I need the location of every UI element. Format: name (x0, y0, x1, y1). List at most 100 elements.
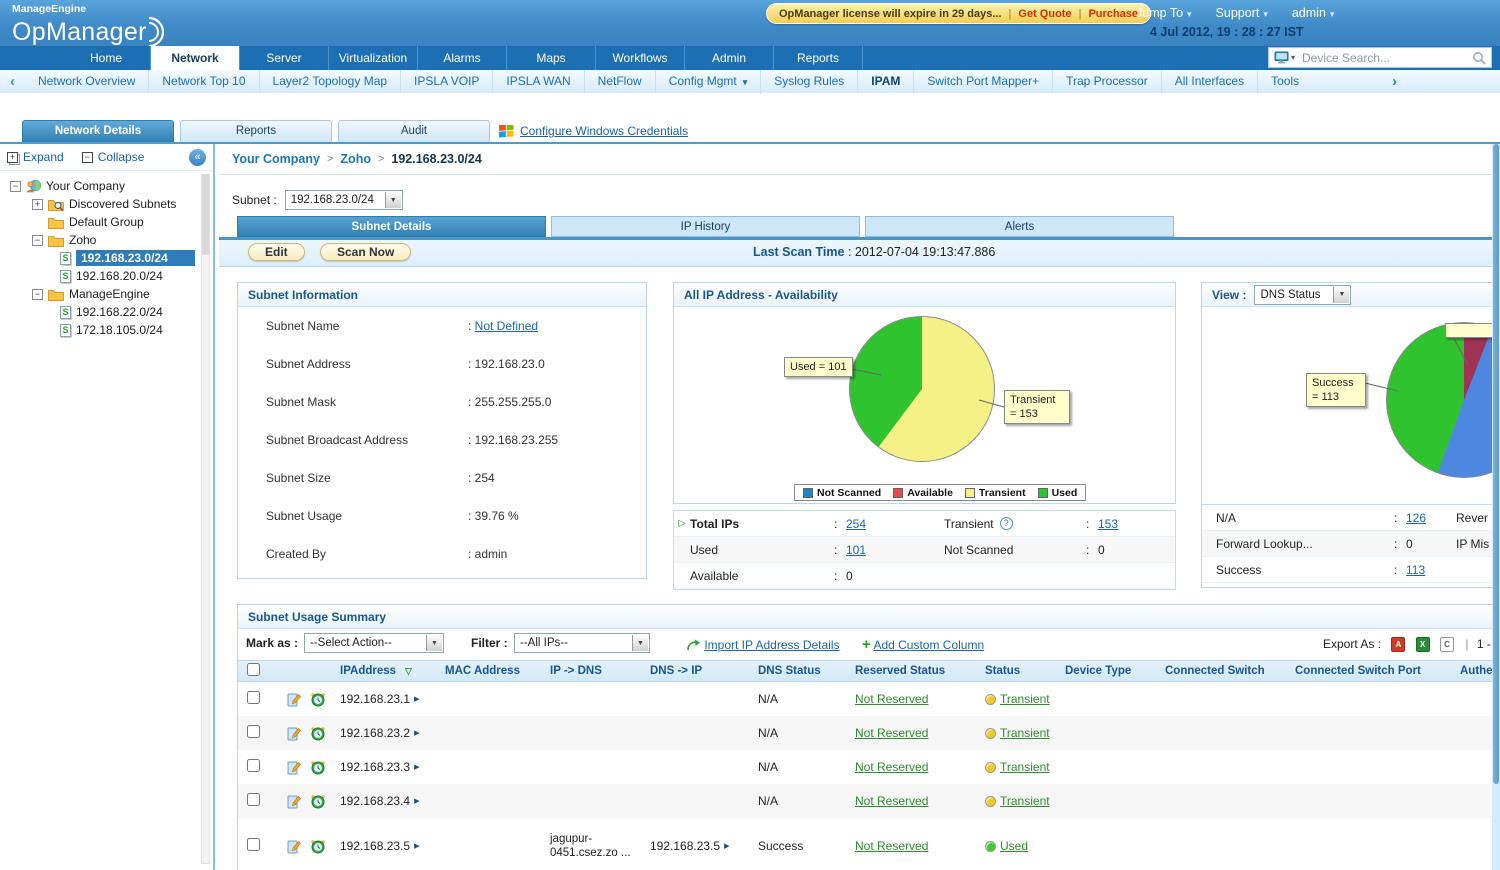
tab-admin[interactable]: Admin (685, 46, 774, 70)
scroll-left-icon[interactable]: ‹ (10, 73, 15, 90)
expand-all-icon[interactable] (7, 152, 18, 163)
edit-ip-icon[interactable] (287, 692, 302, 707)
scan-history-icon[interactable] (310, 793, 326, 809)
page-scrollbar[interactable] (1492, 144, 1500, 870)
expand-arrow-icon[interactable]: ▶ (414, 763, 419, 771)
tree-node-zoho[interactable]: − Zoho (0, 231, 213, 249)
credentials-link-label[interactable]: Configure Windows Credentials (520, 124, 688, 138)
scan-history-icon[interactable] (310, 725, 326, 741)
ip-address[interactable]: 192.168.23.5 (340, 839, 410, 853)
column-dns-ip[interactable]: DNS -> IP (650, 665, 758, 677)
tree-node-subnet[interactable]: S 172.18.105.0/24 (0, 321, 213, 339)
tree-node-your-company[interactable]: − Your Company (0, 177, 213, 195)
subnav-layer2-topology[interactable]: Layer2 Topology Map (260, 70, 402, 93)
subnav-syslog-rules[interactable]: Syslog Rules (761, 70, 858, 93)
scan-now-button[interactable]: Scan Now (320, 243, 411, 261)
configure-windows-credentials[interactable]: Configure Windows Credentials (499, 124, 688, 138)
tree-node-subnet[interactable]: S 192.168.22.0/24 (0, 303, 213, 321)
column-dns-status[interactable]: DNS Status (758, 665, 855, 677)
expand-arrow-icon[interactable]: ▶ (414, 695, 419, 703)
expand-arrow-icon[interactable]: ▶ (724, 842, 729, 850)
na-link[interactable]: 126 (1406, 511, 1426, 525)
scan-history-icon[interactable] (310, 691, 326, 707)
success-link[interactable]: 113 (1406, 563, 1425, 577)
scroll-right-icon[interactable]: › (1392, 73, 1397, 90)
column-device-type[interactable]: Device Type (1065, 665, 1165, 677)
tab-alarms[interactable]: Alarms (418, 46, 507, 70)
tab-reports[interactable]: Reports (774, 46, 863, 70)
get-quote-link[interactable]: Get Quote (1018, 8, 1071, 20)
status-link[interactable]: Transient (1000, 760, 1050, 774)
tree-toggle-icon[interactable]: − (10, 181, 21, 192)
admin-user-menu[interactable]: admin▾ (1292, 6, 1335, 20)
edit-ip-icon[interactable] (287, 726, 302, 741)
subnav-trap-processor[interactable]: Trap Processor (1053, 70, 1162, 93)
column-connected-switch-port[interactable]: Connected Switch Port (1295, 665, 1460, 677)
row-checkbox[interactable] (247, 759, 260, 772)
tab-alerts[interactable]: Alerts (865, 216, 1174, 237)
column-mac[interactable]: MAC Address (445, 665, 550, 677)
chevron-down-icon[interactable]: ▾ (1291, 53, 1295, 62)
expand-arrow-icon[interactable]: ▶ (414, 797, 419, 805)
collapse-all-icon[interactable] (82, 152, 93, 163)
tree-node-subnet-selected[interactable]: S 192.168.23.0/24 (0, 249, 213, 267)
edit-button[interactable]: Edit (248, 243, 305, 261)
tree-node-label[interactable]: 192.168.23.0/24 (76, 250, 195, 266)
chevron-down-icon[interactable]: ▼ (1333, 287, 1349, 303)
tab-server[interactable]: Server (240, 46, 329, 70)
tab-network[interactable]: Network (151, 46, 240, 70)
subnav-ipsla-voip[interactable]: IPSLA VOIP (401, 70, 493, 93)
search-icon[interactable] (1472, 51, 1491, 65)
column-status[interactable]: Status (985, 665, 1065, 677)
row-checkbox[interactable] (247, 838, 260, 851)
ip-address[interactable]: 192.168.23.1 (340, 692, 410, 706)
status-link[interactable]: Transient (1000, 692, 1050, 706)
reserved-status-link[interactable]: Not Reserved (855, 726, 928, 740)
subnav-all-interfaces[interactable]: All Interfaces (1162, 70, 1258, 93)
help-icon[interactable] (1000, 517, 1013, 530)
export-excel-icon[interactable]: X (1416, 637, 1430, 652)
subnav-switch-port-mapper[interactable]: Switch Port Mapper+ (914, 70, 1053, 93)
tab-virtualization[interactable]: Virtualization (329, 46, 418, 70)
chevron-down-icon[interactable]: ▼ (426, 635, 442, 651)
ip-address[interactable]: 192.168.23.2 (340, 726, 410, 740)
tree-toggle-icon[interactable]: − (32, 289, 43, 300)
breadcrumb-your-company[interactable]: Your Company (232, 152, 320, 166)
scrollbar-thumb[interactable] (1493, 144, 1499, 784)
tab-reports[interactable]: Reports (180, 120, 332, 142)
subnav-network-overview[interactable]: Network Overview (25, 70, 149, 93)
row-checkbox[interactable] (247, 725, 260, 738)
ip-address[interactable]: 192.168.23.4 (340, 794, 410, 808)
import-ip-details[interactable]: Import IP Address Details (686, 638, 840, 652)
support-menu[interactable]: Support▾ (1216, 6, 1268, 20)
status-link[interactable]: Used (1000, 839, 1028, 853)
device-search-box[interactable]: ▾ (1268, 47, 1492, 68)
edit-ip-icon[interactable] (287, 760, 302, 775)
tab-maps[interactable]: Maps (507, 46, 596, 70)
export-pdf-icon[interactable]: A (1391, 637, 1405, 652)
subnav-network-top10[interactable]: Network Top 10 (149, 70, 259, 93)
tab-audit[interactable]: Audit (338, 120, 490, 142)
import-link-label[interactable]: Import IP Address Details (704, 638, 839, 652)
tab-network-details[interactable]: Network Details (22, 120, 174, 142)
select-all-checkbox[interactable] (247, 663, 260, 676)
scan-history-icon[interactable] (310, 759, 326, 775)
column-ipaddress[interactable]: IPAddress (340, 665, 396, 677)
reserved-status-link[interactable]: Not Reserved (855, 794, 928, 808)
purchase-link[interactable]: Purchase (1088, 8, 1138, 20)
subnav-tools[interactable]: Tools (1258, 70, 1312, 93)
filter-select[interactable]: --All IPs-- ▼ (514, 633, 650, 653)
column-reserved-status[interactable]: Reserved Status (855, 665, 985, 677)
transient-link[interactable]: 153 (1098, 517, 1118, 531)
row-checkbox[interactable] (247, 793, 260, 806)
tree-scrollbar[interactable] (201, 174, 210, 864)
edit-ip-icon[interactable] (287, 839, 302, 854)
tab-workflows[interactable]: Workflows (596, 46, 685, 70)
subnav-netflow[interactable]: NetFlow (585, 70, 656, 93)
reserved-status-link[interactable]: Not Reserved (855, 760, 928, 774)
breadcrumb-zoho[interactable]: Zoho (340, 152, 371, 166)
reserved-status-link[interactable]: Not Reserved (855, 692, 928, 706)
add-column-link-label[interactable]: Add Custom Column (873, 638, 984, 652)
status-link[interactable]: Transient (1000, 726, 1050, 740)
subnav-ipam[interactable]: IPAM (858, 70, 914, 93)
